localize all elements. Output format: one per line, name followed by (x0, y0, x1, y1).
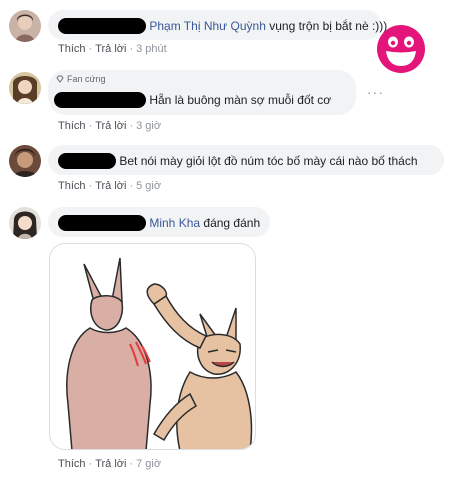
commenter-name[interactable]: Phạm Thị Như Quỳnh (149, 19, 266, 33)
separator: · (129, 43, 134, 55)
separator: · (88, 120, 93, 132)
meme-illustration (66, 257, 253, 449)
separator: · (88, 43, 93, 55)
separator: · (88, 180, 93, 192)
more-options-icon[interactable]: ··· (367, 84, 384, 100)
avatar[interactable] (9, 72, 41, 104)
like-link[interactable]: Thích (58, 43, 86, 55)
like-link[interactable]: Thích (58, 458, 86, 470)
separator: · (129, 180, 134, 192)
redacted-name (58, 214, 146, 231)
comment-actions: Thích · Trả lời · 3 giờ (58, 120, 161, 132)
avatar[interactable] (9, 145, 41, 177)
comment-text: Bet nói mày giỏi lột đồ núm tóc bố mày c… (119, 153, 418, 168)
avatar[interactable] (9, 10, 41, 42)
like-link[interactable]: Thích (58, 120, 86, 132)
like-link[interactable]: Thích (58, 180, 86, 192)
comment-bubble: Phạm Thị Như Quỳnh vụng trộn bị bắt nè :… (48, 10, 387, 40)
redacted-name (58, 152, 116, 169)
timestamp[interactable]: 7 giờ (136, 458, 161, 470)
comment-text: đáng đánh (203, 215, 261, 230)
comment-bubble: Bet nói mày giỏi lột đồ núm tóc bố mày c… (48, 145, 444, 175)
redacted-name (58, 17, 146, 34)
comment-actions: Thích · Trả lời · 7 giờ (58, 458, 161, 470)
commenter-name[interactable]: Minh Kha (149, 216, 200, 230)
timestamp[interactable]: 5 giờ (136, 180, 161, 192)
smiley-logo (376, 24, 426, 74)
comment-actions: Thích · Trả lời · 3 phút (58, 43, 167, 55)
reply-link[interactable]: Trả lời (95, 43, 126, 55)
comment-image[interactable] (49, 243, 256, 450)
comment-bubble: Fan cứng Hẵn là buông màn sợ muỗi đốt cơ (48, 70, 356, 115)
comment-text: vụng trộn bị bắt nè :))) (269, 18, 388, 33)
separator: · (88, 458, 93, 470)
reply-link[interactable]: Trả lời (95, 458, 126, 470)
redacted-name (54, 91, 146, 108)
separator: · (129, 120, 134, 132)
comment-text: Hẵn là buông màn sợ muỗi đốt cơ (149, 92, 332, 107)
timestamp[interactable]: 3 phút (136, 43, 167, 55)
comment-actions: Thích · Trả lời · 5 giờ (58, 180, 161, 192)
reply-link[interactable]: Trả lời (95, 180, 126, 192)
bunny-slap-figure (146, 283, 253, 449)
diamond-icon (56, 75, 64, 83)
avatar[interactable] (9, 207, 41, 239)
separator: · (129, 458, 134, 470)
badge-label: Fan cứng (67, 74, 106, 84)
comment-bubble: Minh Kha đáng đánh (48, 207, 270, 237)
reply-link[interactable]: Trả lời (95, 120, 126, 132)
timestamp[interactable]: 3 giờ (136, 120, 161, 132)
fan-badge: Fan cứng (56, 74, 106, 84)
bunny-back-figure (66, 257, 152, 449)
